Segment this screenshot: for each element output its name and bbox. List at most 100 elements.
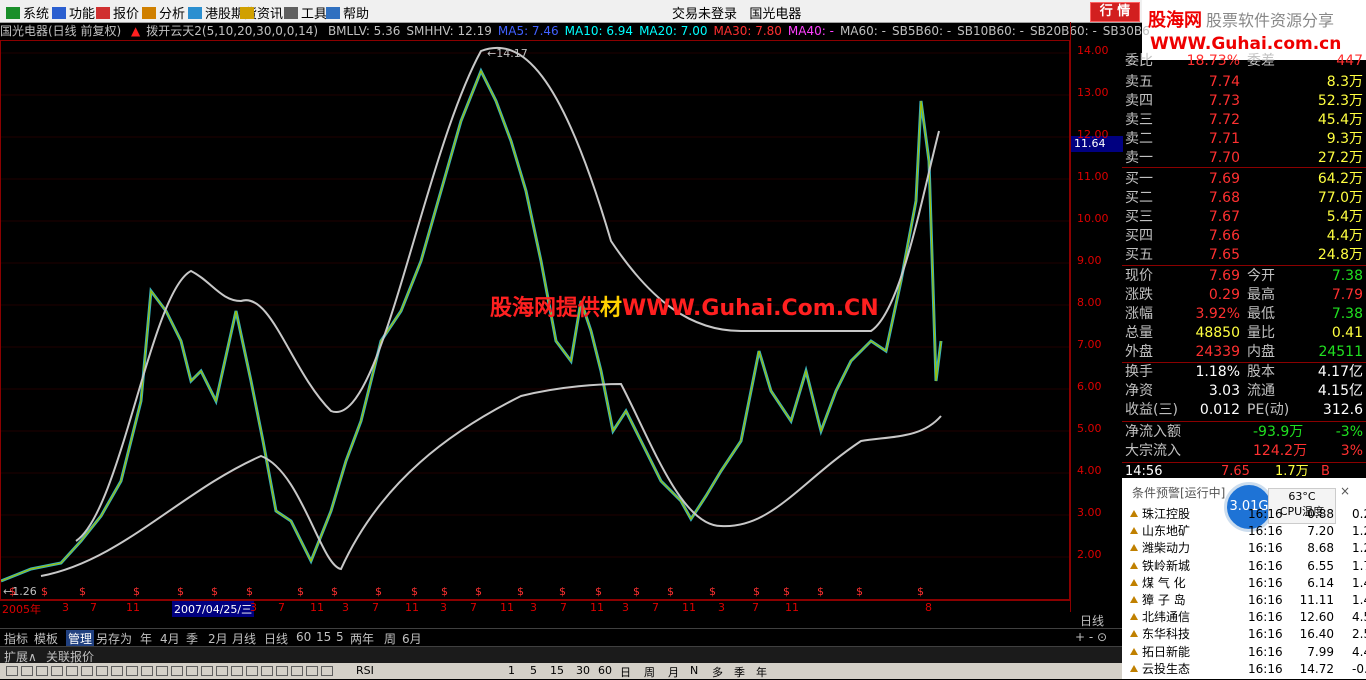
toolbar-tool-icon[interactable] <box>246 666 258 676</box>
alert-row[interactable]: 山东地矿 16:16 7.20 1.2 <box>1128 523 1366 540</box>
separator <box>1122 167 1366 168</box>
toolbar-period[interactable]: RSI <box>356 664 374 677</box>
toolbar-tool-icon[interactable] <box>66 666 78 676</box>
menu-1[interactable]: 功能 <box>52 3 95 22</box>
market-button[interactable]: 行 情 <box>1090 2 1140 22</box>
alert-change: 1.7 <box>1352 558 1366 573</box>
toolbar-tool-icon[interactable] <box>186 666 198 676</box>
toolbar-tool-icon[interactable] <box>81 666 93 676</box>
alert-row[interactable]: 拓日新能 16:16 7.99 4.4 <box>1128 644 1366 661</box>
toolbar-period[interactable]: 年 <box>756 664 767 680</box>
tab-7[interactable]: 2月 <box>208 630 228 647</box>
quote-value: 48850 <box>1195 325 1240 341</box>
price-tick: 12.00 <box>1077 128 1109 141</box>
alert-row[interactable]: 云投生态 16:16 14.72 -0.2 <box>1128 661 1366 678</box>
toolbar-tool-icon[interactable] <box>21 666 33 676</box>
quote-label: 卖五 <box>1125 74 1153 90</box>
alert-row[interactable]: 煤 气 化 16:16 6.14 1.4 <box>1128 575 1366 592</box>
toolbar-tool-icon[interactable] <box>276 666 288 676</box>
toolbar-period[interactable]: 季 <box>734 664 745 680</box>
trade-status[interactable]: 交易未登录 <box>672 7 737 22</box>
tab-1[interactable]: 模板 <box>34 630 58 647</box>
toolbar-tool-icon[interactable] <box>306 666 318 676</box>
alert-time: 16:16 <box>1248 575 1283 590</box>
alert-change: 4.5 <box>1352 610 1366 625</box>
menu-0[interactable]: 系统 <box>6 3 49 22</box>
quote-value: 7.69 <box>1208 171 1240 187</box>
toolbar-tool-icon[interactable] <box>216 666 228 676</box>
toolbar-tool-icon[interactable] <box>201 666 213 676</box>
menu-7[interactable]: 帮助 <box>326 3 369 22</box>
tab-8[interactable]: 月线 <box>232 630 256 647</box>
alert-row[interactable]: 铁岭新城 16:16 6.55 1.7 <box>1128 558 1366 575</box>
toolbar-tool-icon[interactable] <box>141 666 153 676</box>
toolbar-tool-icon[interactable] <box>111 666 123 676</box>
alert-row[interactable]: 东华科技 16:16 16.40 2.5 <box>1128 626 1366 643</box>
signal-marker-icon: $ <box>753 585 760 598</box>
indicator-name[interactable]: 拨开云天2(5,10,20,30,0,0,14) <box>146 24 318 38</box>
quote-value-2: 0.41 <box>1331 325 1363 341</box>
toolbar-tool-icon[interactable] <box>51 666 63 676</box>
tab-4[interactable]: 年 <box>140 630 152 647</box>
toolbar-tool-icon[interactable] <box>261 666 273 676</box>
toolbar-period[interactable]: N <box>690 664 698 677</box>
menu-6[interactable]: 工具 <box>284 3 327 22</box>
toolbar-tool-icon[interactable] <box>126 666 138 676</box>
toolbar-period[interactable]: 多 <box>712 664 723 680</box>
quote-label: 卖二 <box>1125 131 1153 147</box>
quote-value: 7.69 <box>1208 268 1240 284</box>
watermark-text-3: WWW.Guhai.Com.CN <box>622 296 879 321</box>
toolbar-tool-icon[interactable] <box>171 666 183 676</box>
tab-3[interactable]: 另存为 <box>96 630 132 647</box>
menu-2[interactable]: 报价 <box>96 3 139 22</box>
toolbar-period[interactable]: 15 <box>550 664 564 677</box>
menu-5[interactable]: 资讯 <box>240 3 283 22</box>
tab-0[interactable]: 指标 <box>4 630 28 647</box>
signal-marker-icon: $ <box>783 585 790 598</box>
date-label: 7 <box>470 601 477 614</box>
tab-9[interactable]: 日线 <box>264 630 288 647</box>
quote-value: 3.03 <box>1208 383 1240 399</box>
tab-5[interactable]: 4月 <box>160 630 180 647</box>
tab-15[interactable]: 6月 <box>402 630 422 647</box>
price-tick: 10.00 <box>1077 212 1109 225</box>
tab-6[interactable]: 季 <box>186 630 198 647</box>
alert-row[interactable]: 潍柴动力 16:16 8.68 1.2 <box>1128 540 1366 557</box>
tab-10[interactable]: 60 <box>296 630 311 644</box>
tab-12[interactable]: 5 <box>336 630 344 644</box>
alert-panel: 条件预警[运行中] 3.01G 63°C CPU温度 × 珠江控股 16:16 0.… <box>1122 478 1366 679</box>
tab-13[interactable]: 两年 <box>350 630 374 647</box>
toolbar-tool-icon[interactable] <box>231 666 243 676</box>
stock-name-title: 国光电器 <box>749 7 802 22</box>
zoom-controls[interactable]: + - ⊙ <box>1075 630 1107 644</box>
close-icon[interactable]: × <box>1340 484 1350 498</box>
toolbar-period[interactable]: 月 <box>668 664 679 680</box>
indicator-value: SB10B60: - <box>957 24 1024 38</box>
toolbar-period[interactable]: 日 <box>620 664 631 680</box>
toolbar-period[interactable]: 1 <box>508 664 515 677</box>
tab-14[interactable]: 周 <box>384 630 396 647</box>
toolbar-period[interactable]: 30 <box>576 664 590 677</box>
toolbar-tool-icon[interactable] <box>321 666 333 676</box>
toolbar-tool-icon[interactable] <box>156 666 168 676</box>
tab-11[interactable]: 15 <box>316 630 331 644</box>
toolbar-tool-icon[interactable] <box>6 666 18 676</box>
quote-label-2: 今开 <box>1247 268 1275 284</box>
menu-3[interactable]: 分析 <box>142 3 185 22</box>
price-trend-highlight <box>0 69 942 582</box>
price-tick: 11.00 <box>1077 170 1109 183</box>
toolbar-period[interactable]: 5 <box>530 664 537 677</box>
date-current: 2007/04/25/三 <box>172 601 255 617</box>
toolbar-tool-icon[interactable] <box>96 666 108 676</box>
toolbar-tool-icon[interactable] <box>36 666 48 676</box>
date-label: 3 <box>622 601 629 614</box>
alert-row[interactable]: 獐 子 岛 16:16 11.11 1.4 <box>1128 592 1366 609</box>
alert-row[interactable]: 珠江控股 16:16 0.88 0.2 <box>1128 506 1366 523</box>
toolbar-period[interactable]: 60 <box>598 664 612 677</box>
order-ratio-row: 委比 18.73% 委差 447 <box>1125 52 1365 70</box>
toolbar-tool-icon[interactable] <box>291 666 303 676</box>
quote-value-2: 4.4万 <box>1326 228 1363 244</box>
tab-2[interactable]: 管理 <box>66 630 95 647</box>
alert-row[interactable]: 北纬通信 16:16 12.60 4.5 <box>1128 609 1366 626</box>
toolbar-period[interactable]: 周 <box>644 664 655 680</box>
